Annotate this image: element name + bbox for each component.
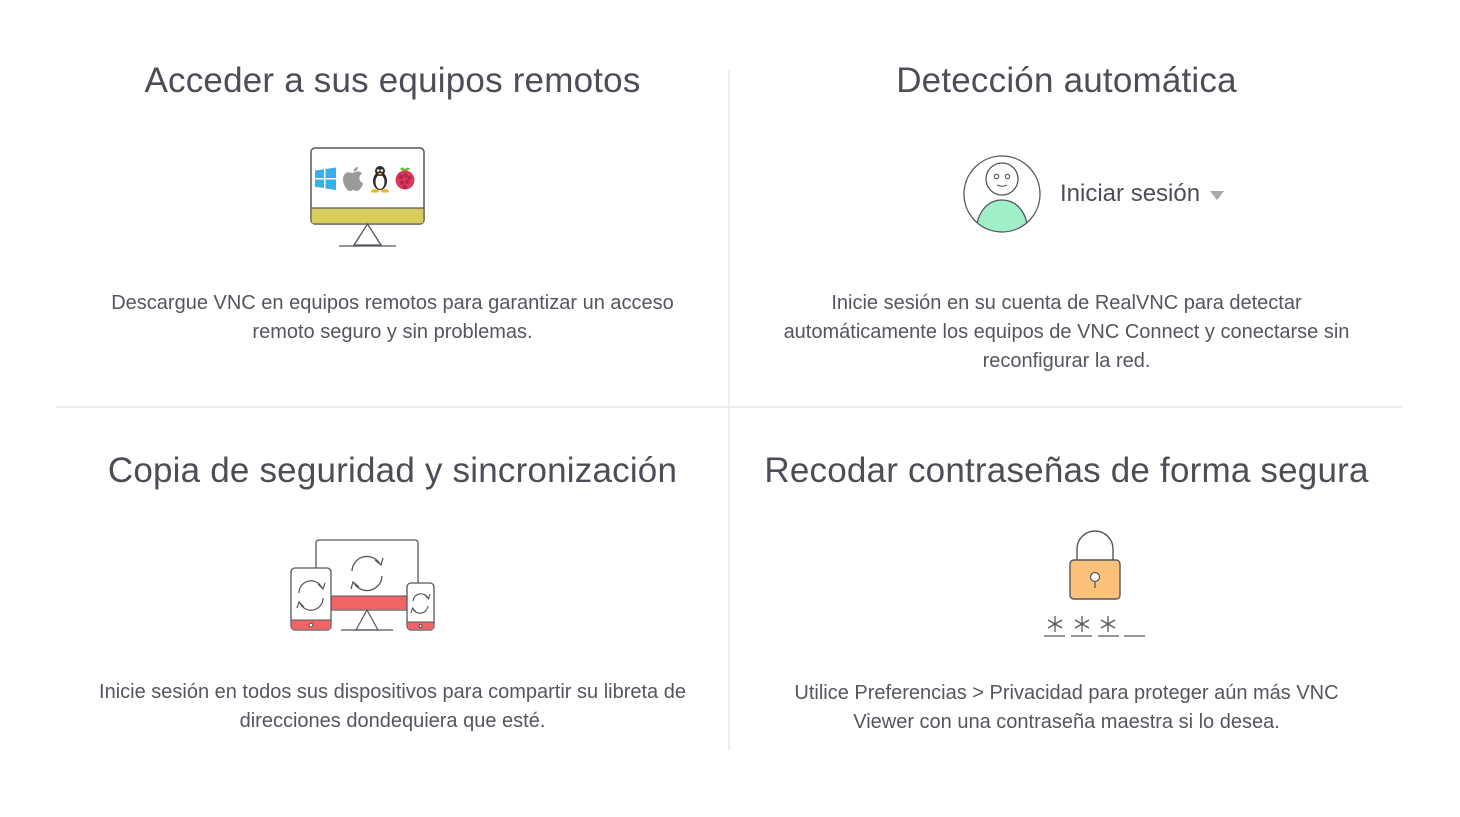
sign-in-control[interactable]: Iniciar sesión	[962, 152, 1225, 236]
features-grid: Acceder a sus equipos remotos Descargue …	[56, 0, 1403, 817]
feature-description: Inicie sesión en todos sus dispositivos …	[99, 681, 686, 732]
feature-title: Recodar contraseñas de forma segura	[764, 451, 1369, 490]
feature-title: Detección automática	[896, 61, 1237, 100]
horizontal-divider	[56, 406, 1403, 408]
user-avatar-icon	[963, 155, 1041, 233]
feature-description: Inicie sesión en su cuenta de RealVNC pa…	[783, 292, 1350, 372]
chevron-down-icon[interactable]	[1210, 190, 1225, 200]
padlock-icon	[1041, 528, 1147, 644]
feature-description: Descargue VNC en equipos remotos para ga…	[111, 292, 674, 343]
feature-title: Acceder a sus equipos remotos	[144, 61, 641, 100]
devices-sync-icon	[289, 538, 437, 634]
vertical-divider	[728, 70, 730, 750]
sign-in-label[interactable]: Iniciar sesión	[1060, 180, 1200, 208]
feature-description: Utilice Preferencias > Privacidad para p…	[794, 682, 1339, 733]
monitor-os-icons	[309, 146, 427, 250]
feature-title: Copia de seguridad y sincronización	[107, 451, 678, 490]
